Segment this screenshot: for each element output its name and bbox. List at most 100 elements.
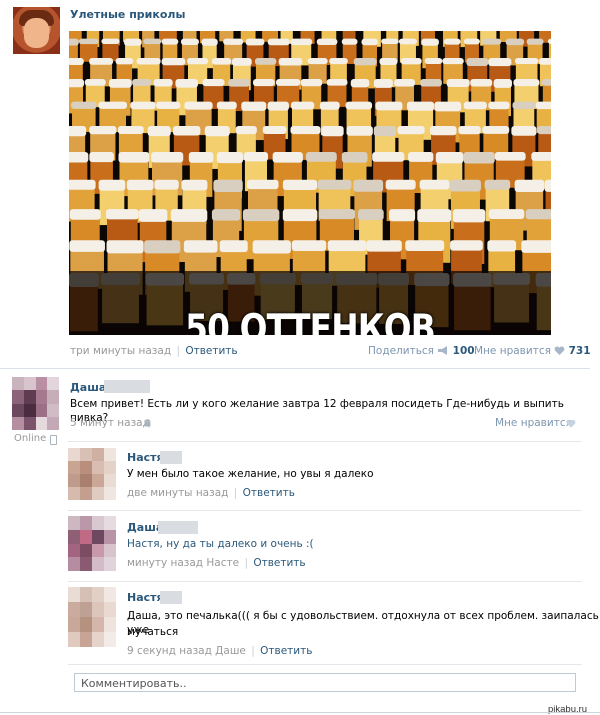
share-count: 100 (452, 345, 475, 357)
reply-time[interactable]: минуту назад Насте (127, 557, 239, 569)
beer-foam (400, 57, 422, 65)
heart-icon[interactable] (566, 419, 576, 428)
divider (68, 441, 582, 442)
beer-foam (69, 179, 96, 190)
beer-foam (487, 240, 517, 252)
reply-author[interactable]: Настя (127, 591, 164, 604)
beer-foam (514, 179, 545, 192)
beer-foam (406, 101, 435, 111)
beer-foam (317, 179, 352, 190)
beer-foam (282, 179, 318, 191)
censored-surname (104, 380, 150, 393)
beer-foam (89, 152, 114, 163)
beer-foam (211, 57, 232, 65)
comment-input[interactable]: Комментировать.. (74, 673, 576, 692)
beer-foam (69, 240, 105, 252)
pixel-block (92, 461, 104, 474)
beer-foam (329, 57, 348, 65)
reply-meta: две минуты назад | Ответить (127, 487, 295, 499)
post-author[interactable]: Улетные приколы (70, 8, 185, 21)
reply-text: У мен было такое желание, но увы я далек… (127, 468, 374, 480)
comment-time[interactable]: 5 минут назад (70, 417, 150, 429)
beer-foam (375, 101, 403, 111)
pixel-block (35, 377, 48, 391)
beer-foam (405, 240, 445, 251)
pixel-block (80, 448, 92, 461)
pixel-block (12, 377, 24, 391)
pixel-block (12, 390, 24, 404)
beer-foam (358, 209, 384, 221)
post-image[interactable]: 50 ОТТЕНКОВ СВЕТЛОГО (69, 31, 551, 335)
beer-foam (213, 179, 243, 193)
reply-text-line2: мучаться (127, 626, 179, 638)
beer-foam (69, 78, 85, 88)
beer-foam (132, 78, 152, 86)
pixel-block (80, 529, 92, 544)
like-button[interactable]: Мне нравится 731 (474, 345, 591, 357)
beer-foam (138, 209, 168, 222)
beer-foam (535, 101, 551, 110)
beer-foam (361, 38, 378, 46)
beer-foam (443, 38, 461, 45)
online-label: Online (14, 433, 47, 444)
pixel-block (80, 587, 92, 602)
beer-foam (242, 209, 280, 222)
image-caption: 50 ОТТЕНКОВ СВЕТЛОГО (185, 307, 436, 335)
reply-avatar[interactable] (68, 516, 116, 571)
reply-link[interactable]: Ответить (243, 487, 295, 499)
beer-foam (246, 179, 279, 190)
beer-foam (245, 38, 265, 46)
reply-link[interactable]: Ответить (253, 557, 305, 569)
beer-foam (494, 152, 526, 161)
beer-foam (326, 78, 348, 86)
reply-time[interactable]: две минуты назад (127, 487, 228, 499)
reply-avatar[interactable] (68, 587, 116, 647)
heart-icon (554, 346, 565, 355)
reply-time[interactable]: 9 секунд назад Даше (127, 645, 246, 657)
pixel-block (68, 557, 80, 571)
beer-foam (130, 101, 156, 110)
beer-foam (420, 78, 442, 87)
pixel-block (80, 617, 92, 632)
beer-foam (170, 209, 208, 222)
beer-foam (372, 152, 405, 162)
beer-foam (526, 38, 544, 45)
group-avatar[interactable] (13, 7, 60, 54)
beer-foam (147, 126, 171, 137)
beer-foam (307, 57, 328, 65)
beer-foam (398, 38, 417, 45)
beer-foam (463, 38, 480, 45)
share-button[interactable]: Поделиться 100 (368, 345, 475, 357)
pixel-block (104, 557, 116, 571)
comment-author[interactable]: Даша (70, 381, 106, 394)
reply-link[interactable]: Ответить (260, 645, 312, 657)
pixel-block (68, 487, 80, 500)
beer-foam (84, 78, 106, 86)
beer-foam (154, 179, 179, 190)
beer-foam (156, 101, 181, 109)
beer-foam (449, 179, 481, 192)
post-reply-link[interactable]: Ответить (185, 345, 237, 357)
beer-foam (482, 38, 502, 45)
pixel-block (92, 632, 104, 647)
comment-like-button[interactable]: Мне нравится (495, 417, 572, 429)
beer-foam (69, 152, 89, 163)
post-time[interactable]: три минуты назад (70, 345, 171, 357)
beer-foam (278, 57, 303, 66)
beer-foam (216, 101, 237, 110)
pixel-block (104, 602, 116, 617)
beer-foam (184, 101, 213, 110)
pixel-block (92, 516, 104, 530)
beer-foam (252, 240, 291, 254)
commenter-avatar[interactable] (12, 377, 59, 430)
pixel-block (47, 416, 59, 430)
reply-author[interactable]: Настя (127, 451, 164, 464)
beer-foam (150, 152, 184, 163)
beer-foam (290, 38, 313, 46)
beer-foam (290, 101, 315, 110)
reply-avatar[interactable] (68, 448, 116, 500)
beer-foam (341, 38, 358, 45)
beer-foam (525, 209, 551, 220)
pixel-block (68, 617, 80, 632)
beer-foam (531, 152, 551, 161)
